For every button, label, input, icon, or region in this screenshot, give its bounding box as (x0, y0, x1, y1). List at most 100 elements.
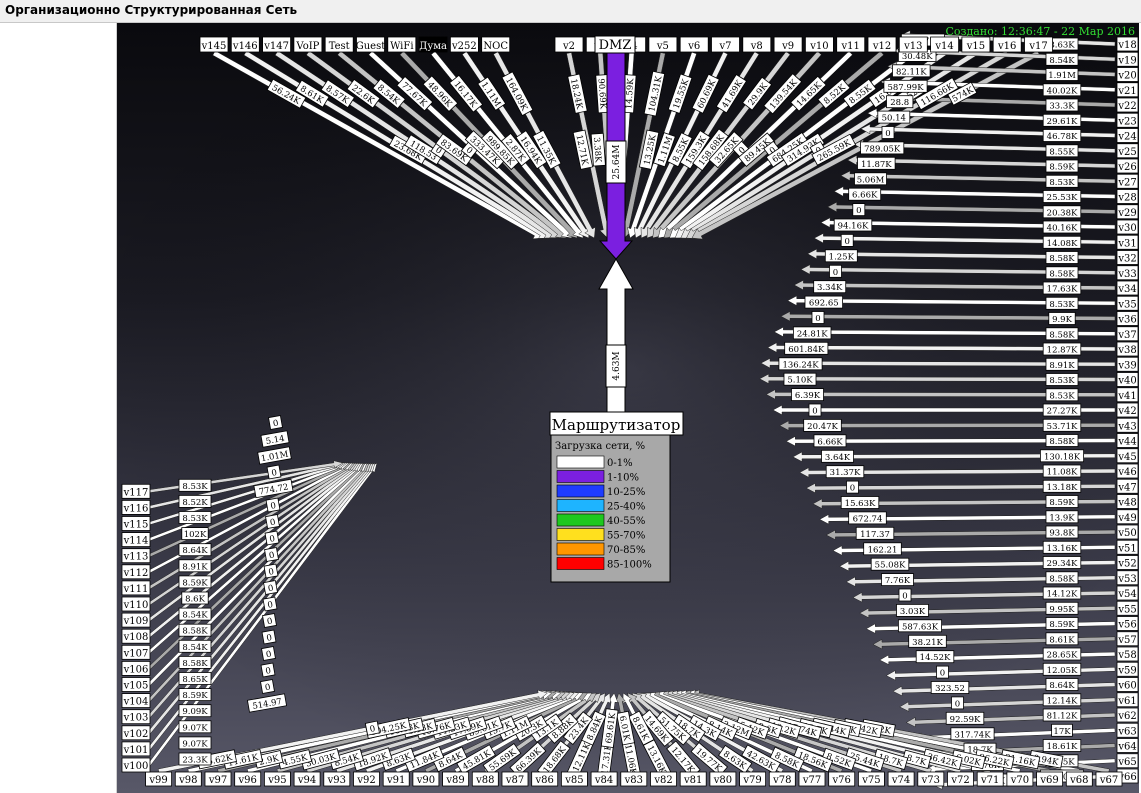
node-v27[interactable]: v27 (1116, 173, 1139, 189)
node-v145[interactable]: v145 (199, 36, 229, 53)
node-v16[interactable]: v16 (992, 36, 1022, 53)
node-v15[interactable]: v15 (961, 36, 991, 53)
node-v102[interactable]: v102 (121, 725, 151, 741)
node-v69[interactable]: v69 (1036, 771, 1063, 787)
node-v10[interactable]: v10 (805, 36, 834, 53)
node-v36[interactable]: v36 (1116, 311, 1139, 326)
node-v17[interactable]: v17 (1024, 36, 1053, 53)
node-v31[interactable]: v31 (1116, 234, 1139, 250)
node-v91[interactable]: v91 (382, 771, 410, 787)
node-Test[interactable]: Test (324, 36, 354, 53)
node-v40[interactable]: v40 (1116, 372, 1139, 387)
node-v20[interactable]: v20 (1116, 67, 1139, 82)
node-v72[interactable]: v72 (947, 771, 974, 787)
node-v55[interactable]: v55 (1116, 600, 1139, 616)
node-v78[interactable]: v78 (768, 771, 796, 787)
node-v73[interactable]: v73 (917, 771, 945, 787)
node-v76[interactable]: v76 (828, 771, 856, 787)
node-WiFi[interactable]: WiFi (387, 36, 417, 53)
node-v82[interactable]: v82 (650, 771, 677, 787)
node-v114[interactable]: v114 (121, 532, 151, 548)
dmz-node[interactable]: DMZ (594, 35, 636, 54)
node-v44[interactable]: v44 (1116, 433, 1139, 448)
node-v62[interactable]: v62 (1116, 707, 1139, 723)
node-v98[interactable]: v98 (174, 771, 202, 787)
node-v38[interactable]: v38 (1116, 341, 1139, 357)
node-v5[interactable]: v5 (648, 36, 678, 53)
node-v8[interactable]: v8 (742, 36, 772, 53)
node-v67[interactable]: v67 (1095, 771, 1123, 787)
node-v21[interactable]: v21 (1116, 82, 1139, 98)
node-v2[interactable]: v2 (554, 36, 584, 53)
node-v115[interactable]: v115 (121, 516, 151, 531)
node-v79[interactable]: v79 (739, 771, 766, 787)
node-v80[interactable]: v80 (709, 771, 737, 787)
node-v147[interactable]: v147 (262, 36, 292, 53)
node-v97[interactable]: v97 (204, 771, 232, 787)
node-v60[interactable]: v60 (1116, 677, 1139, 692)
node-v88[interactable]: v88 (471, 771, 499, 787)
node-v83[interactable]: v83 (620, 771, 648, 787)
node-v7[interactable]: v7 (711, 36, 740, 53)
node-v33[interactable]: v33 (1116, 265, 1139, 281)
node-v65[interactable]: v65 (1116, 753, 1139, 769)
node-v117[interactable]: v117 (121, 483, 151, 499)
node-v45[interactable]: v45 (1116, 448, 1139, 464)
node-v9[interactable]: v9 (773, 36, 803, 53)
tree-pane[interactable] (0, 23, 117, 793)
node-v12[interactable]: v12 (867, 36, 897, 53)
node-v89[interactable]: v89 (442, 771, 470, 787)
node-v103[interactable]: v103 (121, 709, 151, 725)
node-v96[interactable]: v96 (234, 771, 262, 787)
node-v84[interactable]: v84 (590, 771, 618, 787)
node-v11[interactable]: v11 (836, 36, 866, 53)
node-v29[interactable]: v29 (1116, 204, 1139, 220)
node-v77[interactable]: v77 (798, 771, 826, 787)
node-v32[interactable]: v32 (1116, 250, 1139, 265)
node-v146[interactable]: v146 (230, 36, 260, 53)
node-v42[interactable]: v42 (1116, 402, 1139, 418)
router-node[interactable]: Маршрутизатор (549, 411, 684, 436)
node-v35[interactable]: v35 (1116, 295, 1139, 311)
node-v74[interactable]: v74 (887, 771, 915, 787)
node-Дума[interactable]: Дума (418, 36, 448, 53)
node-v252[interactable]: v252 (449, 36, 479, 53)
node-v101[interactable]: v101 (121, 741, 151, 757)
node-v30[interactable]: v30 (1116, 219, 1139, 235)
node-v104[interactable]: v104 (121, 693, 151, 708)
node-v13[interactable]: v13 (898, 36, 928, 53)
node-v99[interactable]: v99 (145, 771, 173, 787)
node-v37[interactable]: v37 (1116, 326, 1139, 342)
node-v64[interactable]: v64 (1116, 738, 1139, 753)
node-v14[interactable]: v14 (930, 36, 959, 53)
node-v50[interactable]: v50 (1116, 524, 1139, 540)
node-v43[interactable]: v43 (1116, 417, 1139, 433)
node-VoIP[interactable]: VoIP (293, 36, 323, 53)
node-v93[interactable]: v93 (323, 771, 351, 787)
node-v41[interactable]: v41 (1116, 387, 1139, 403)
node-v24[interactable]: v24 (1116, 128, 1139, 143)
node-v86[interactable]: v86 (531, 771, 559, 787)
node-v34[interactable]: v34 (1116, 280, 1139, 296)
node-v23[interactable]: v23 (1116, 112, 1139, 128)
node-v112[interactable]: v112 (121, 564, 151, 580)
node-v56[interactable]: v56 (1116, 616, 1139, 631)
node-v26[interactable]: v26 (1116, 158, 1139, 174)
node-v68[interactable]: v68 (1065, 771, 1093, 787)
node-v39[interactable]: v39 (1116, 356, 1139, 372)
node-v49[interactable]: v49 (1116, 509, 1139, 525)
node-Guest[interactable]: Guest (356, 36, 386, 53)
node-v48[interactable]: v48 (1116, 494, 1139, 509)
node-v109[interactable]: v109 (121, 612, 151, 628)
node-v108[interactable]: v108 (121, 628, 151, 644)
node-v110[interactable]: v110 (121, 596, 151, 612)
node-v107[interactable]: v107 (121, 644, 151, 660)
node-v61[interactable]: v61 (1116, 692, 1139, 708)
node-v19[interactable]: v19 (1116, 51, 1139, 67)
node-v58[interactable]: v58 (1116, 646, 1139, 662)
node-v71[interactable]: v71 (976, 771, 1004, 787)
node-v47[interactable]: v47 (1116, 478, 1139, 494)
node-v100[interactable]: v100 (121, 757, 151, 773)
node-v18[interactable]: v18 (1116, 36, 1139, 52)
node-v75[interactable]: v75 (858, 771, 885, 787)
